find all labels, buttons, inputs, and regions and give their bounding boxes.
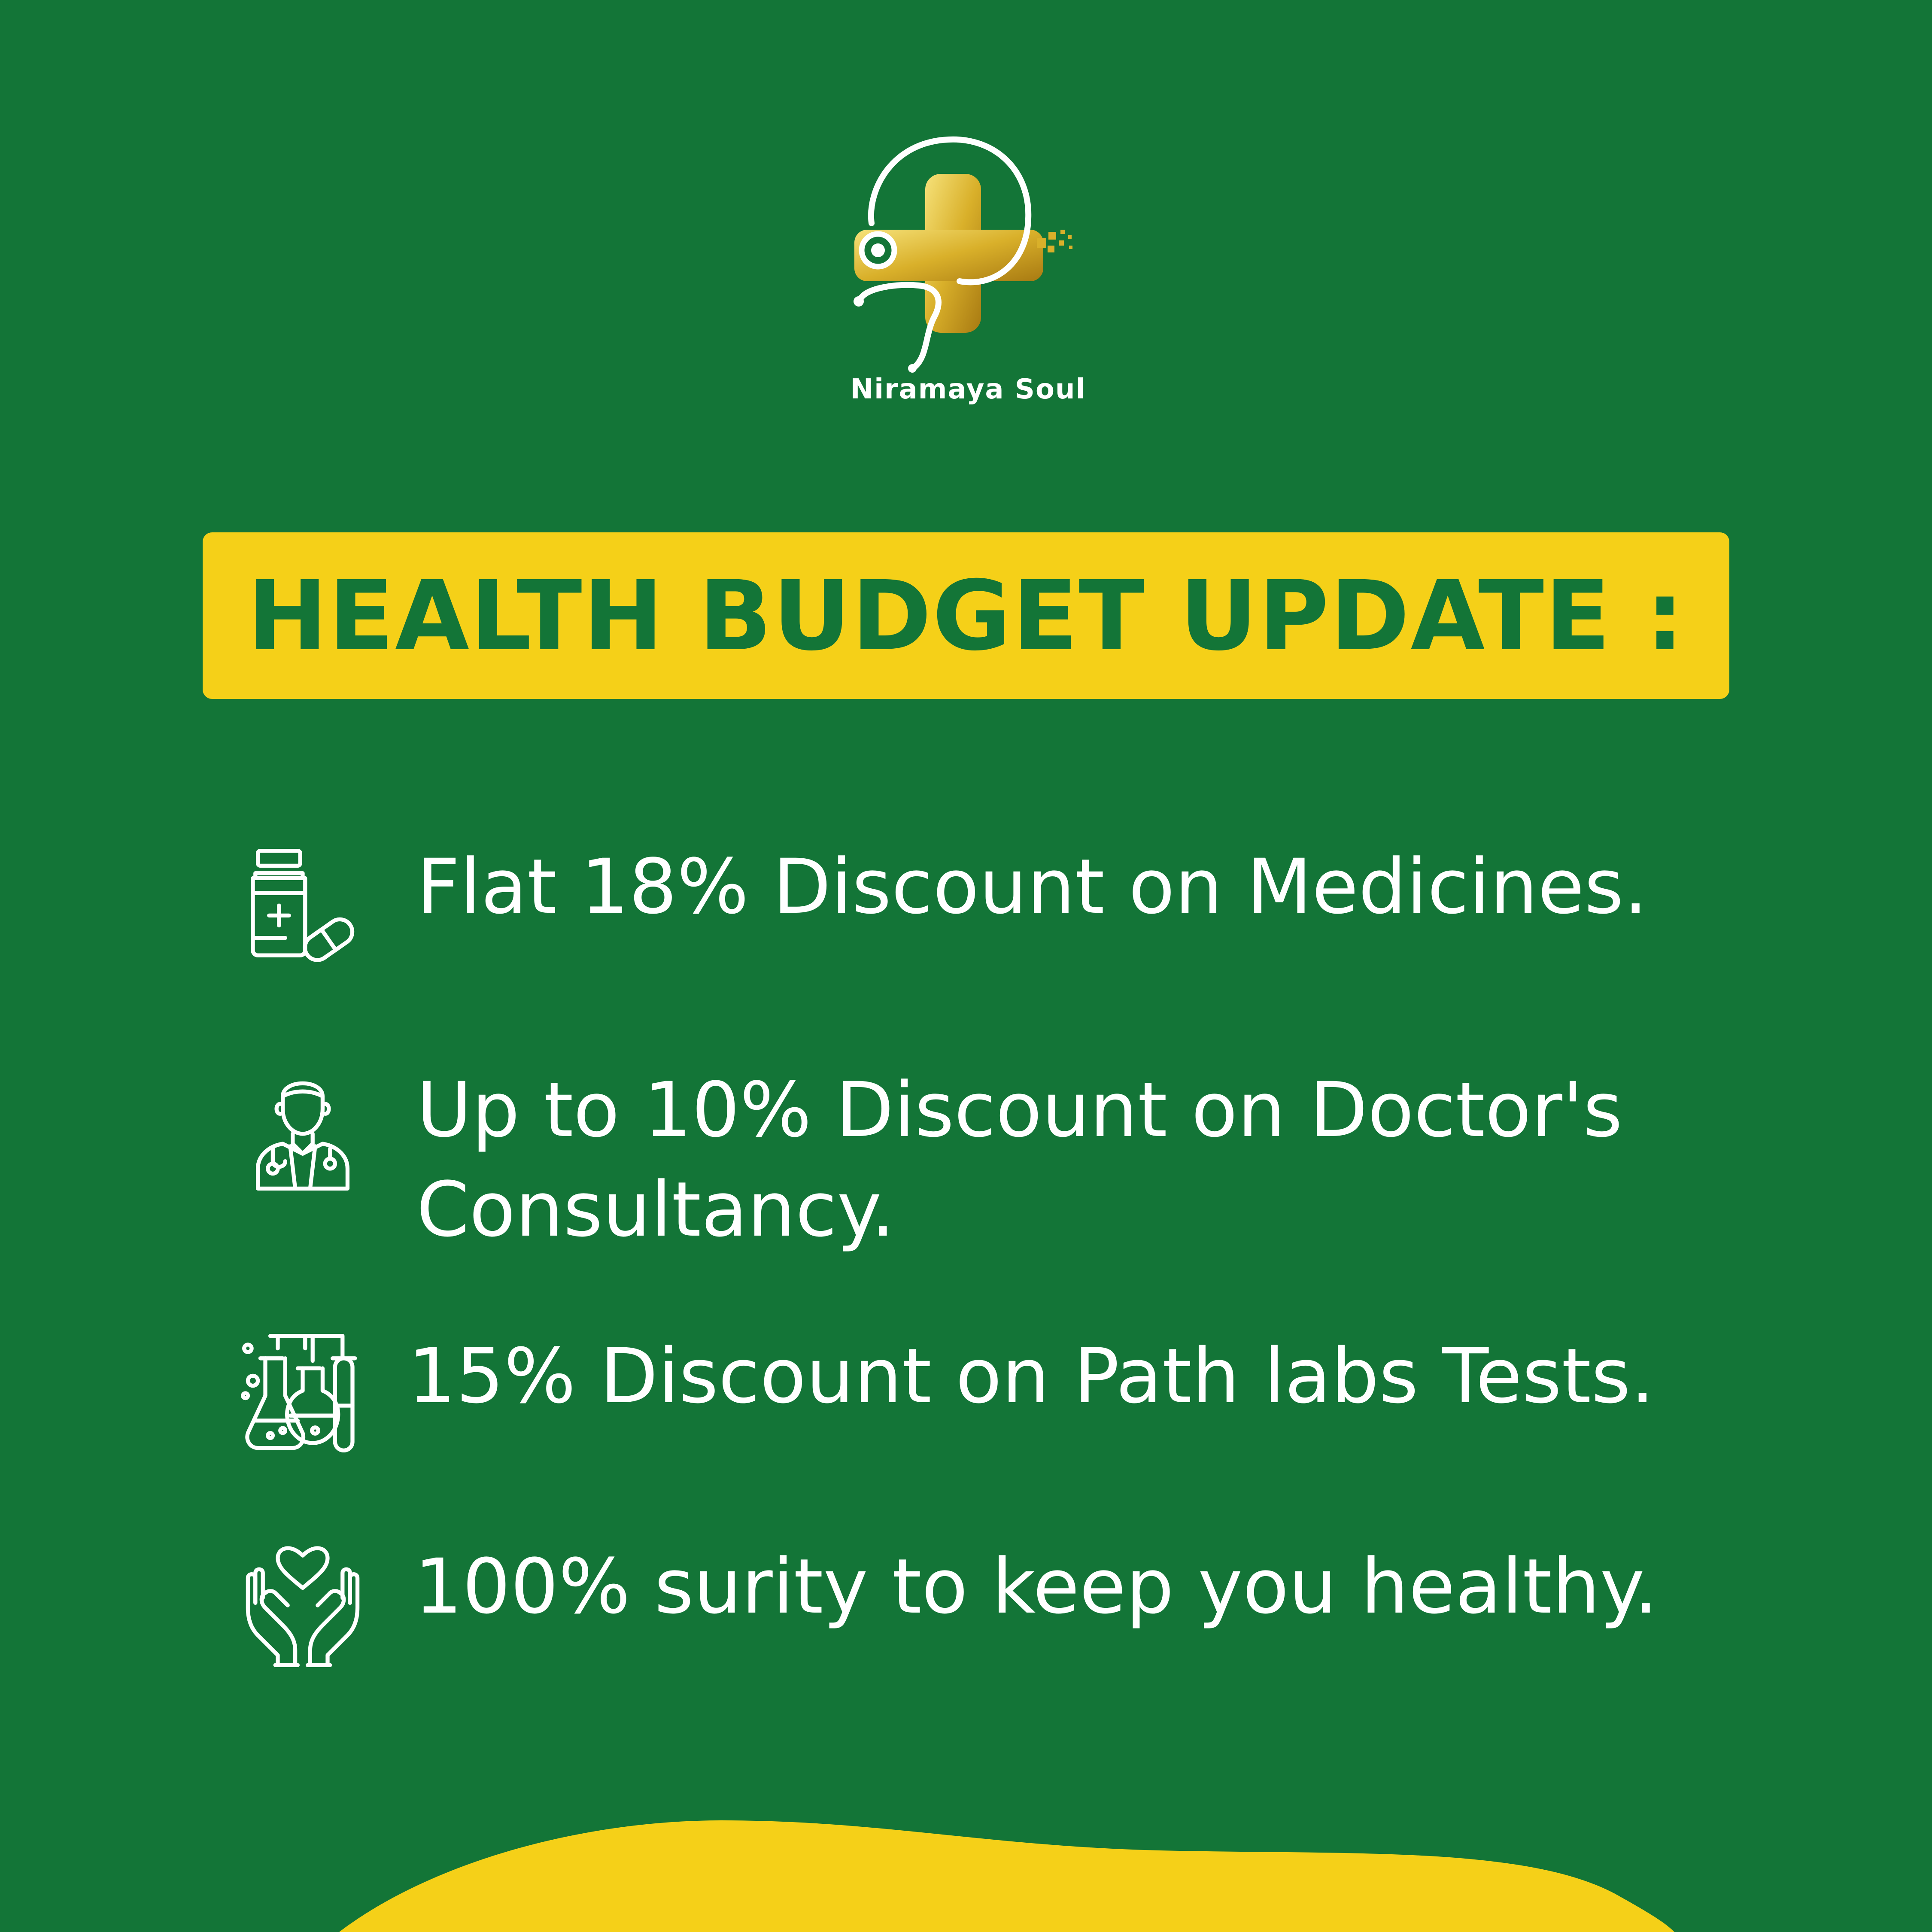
bottom-wave-decoration bbox=[339, 1820, 1674, 1932]
promo-poster: Niramaya Soul HEALTH BUDGET UPDATE : Fla… bbox=[0, 0, 1932, 1932]
benefit-text: Flat 18% Discount on Medicines. bbox=[416, 837, 1648, 937]
benefit-text-line: 15% Discount on Path labs Tests. bbox=[408, 1332, 1655, 1420]
medicine-bottle-pill-icon bbox=[240, 846, 365, 970]
lab-flasks-icon bbox=[240, 1331, 365, 1455]
benefit-text: 100% surity to keep you healthy. bbox=[414, 1537, 1658, 1637]
benefit-text: 15% Discount on Path labs Tests. bbox=[408, 1327, 1655, 1426]
hands-heart-icon bbox=[240, 1546, 365, 1670]
page-title: HEALTH BUDGET UPDATE : bbox=[247, 559, 1685, 672]
benefit-text-line: 100% surity to keep you healthy. bbox=[414, 1543, 1658, 1631]
benefit-text-line: Consultancy. bbox=[416, 1166, 895, 1254]
brand-name: Niramaya Soul bbox=[850, 374, 1086, 405]
benefit-text-line: Up to 10% Discount on Doctor's bbox=[416, 1066, 1623, 1154]
stethoscope-cross-logo bbox=[854, 136, 1072, 373]
benefit-text-line: Flat 18% Discount on Medicines. bbox=[416, 843, 1648, 931]
benefit-text: Up to 10% Discount on Doctor's Consultan… bbox=[416, 1060, 1622, 1260]
brand-logo: Niramaya Soul bbox=[841, 133, 1095, 416]
title-banner: HEALTH BUDGET UPDATE : bbox=[203, 532, 1729, 699]
doctor-icon bbox=[240, 1069, 365, 1194]
